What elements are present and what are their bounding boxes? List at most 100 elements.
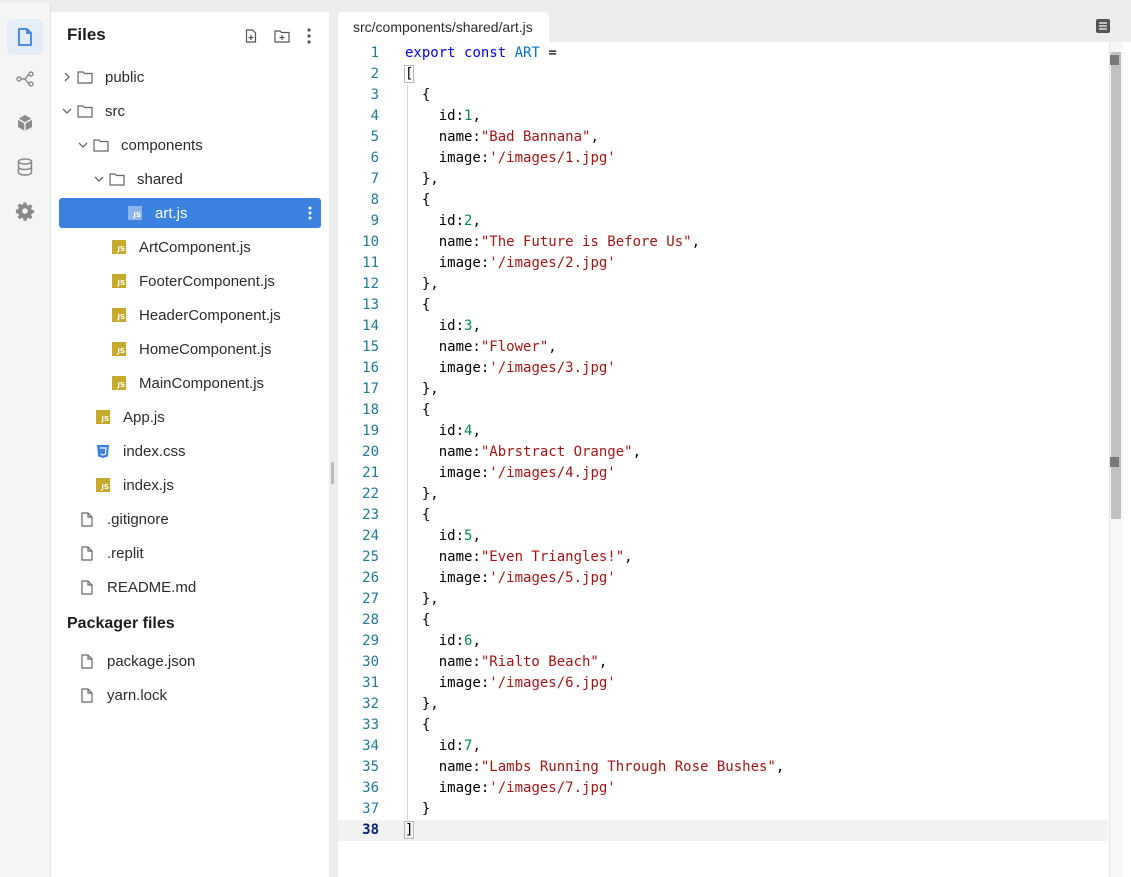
code-line[interactable]: 13 {: [338, 295, 1108, 316]
code-line[interactable]: 20 name:"Abrstract Orange",: [338, 442, 1108, 463]
tree-item-package-json[interactable]: package.json: [59, 646, 321, 676]
line-number: 20: [362, 444, 379, 460]
tree-item-footercomponent-js[interactable]: JS FooterComponent.js: [59, 266, 321, 296]
chevron-down-icon[interactable]: [93, 173, 105, 185]
tree-item-homecomponent-js[interactable]: JS HomeComponent.js: [59, 334, 321, 364]
scrollbar-marker: [1110, 55, 1119, 65]
tree-item-readme-md[interactable]: README.md: [59, 572, 321, 602]
code-line[interactable]: 34 id:7,: [338, 736, 1108, 757]
code-line[interactable]: 2[: [338, 64, 1108, 85]
tree-item-artcomponent-js[interactable]: JS ArtComponent.js: [59, 232, 321, 262]
code-line[interactable]: 18 {: [338, 400, 1108, 421]
code-text: image:'/images/1.jpg': [405, 150, 616, 166]
activity-bar: [0, 3, 51, 877]
tree-item-gitignore[interactable]: .gitignore: [59, 504, 321, 534]
code-text: export const ART =: [405, 45, 557, 61]
code-line[interactable]: 16 image:'/images/3.jpg': [338, 358, 1108, 379]
editor-scrollbar[interactable]: [1109, 42, 1123, 877]
code-line[interactable]: 24 id:5,: [338, 526, 1108, 547]
line-number: 14: [362, 318, 379, 334]
code-line[interactable]: 38]: [338, 820, 1108, 841]
chevron-down-icon[interactable]: [61, 105, 73, 117]
code-line[interactable]: 10 name:"The Future is Before Us",: [338, 232, 1108, 253]
code-line[interactable]: 19 id:4,: [338, 421, 1108, 442]
code-line[interactable]: 32 },: [338, 694, 1108, 715]
line-number: 23: [362, 507, 379, 523]
database-icon[interactable]: [7, 149, 43, 185]
code-line[interactable]: 6 image:'/images/1.jpg': [338, 148, 1108, 169]
code-line[interactable]: 35 name:"Lambs Running Through Rose Bush…: [338, 757, 1108, 778]
code-line[interactable]: 21 image:'/images/4.jpg': [338, 463, 1108, 484]
scrollbar-thumb[interactable]: [1111, 52, 1121, 519]
code-line[interactable]: 7 },: [338, 169, 1108, 190]
code-line[interactable]: 17 },: [338, 379, 1108, 400]
code-line[interactable]: 3 {: [338, 85, 1108, 106]
code-line[interactable]: 8 {: [338, 190, 1108, 211]
javascript-file-icon: JS: [111, 239, 127, 255]
code-line[interactable]: 28 {: [338, 610, 1108, 631]
code-line[interactable]: 1 export const ART =: [338, 43, 1108, 64]
tree-item-maincomponent-js[interactable]: JS MainComponent.js: [59, 368, 321, 398]
code-line[interactable]: 22 },: [338, 484, 1108, 505]
line-number: 30: [362, 654, 379, 670]
packager-files-title: Packager files: [67, 615, 175, 632]
code-line[interactable]: 25 name:"Even Triangles!",: [338, 547, 1108, 568]
tree-item-index-js[interactable]: JS index.js: [59, 470, 321, 500]
code-line[interactable]: 9 id:2,: [338, 211, 1108, 232]
tree-item-art-js[interactable]: JS art.js: [59, 198, 321, 228]
code-text: image:'/images/3.jpg': [405, 360, 616, 376]
item-more-options-icon[interactable]: [303, 203, 317, 223]
tree-item-label: MainComponent.js: [139, 374, 265, 392]
tree-item-shared[interactable]: shared: [59, 164, 321, 194]
code-text: id:5,: [405, 528, 481, 544]
panel-resize-handle[interactable]: [331, 462, 334, 484]
code-text: {: [405, 402, 431, 418]
layout-toggle-icon[interactable]: [1095, 18, 1111, 34]
code-text: [: [403, 65, 415, 83]
code-line[interactable]: 14 id:3,: [338, 316, 1108, 337]
tree-item-label: HeaderComponent.js: [139, 306, 281, 324]
line-number: 3: [370, 87, 379, 103]
files-panel-title: Files: [67, 25, 106, 44]
chevron-down-icon[interactable]: [77, 139, 89, 151]
code-line[interactable]: 27 },: [338, 589, 1108, 610]
tree-item-yarn-lock[interactable]: yarn.lock: [59, 680, 321, 710]
tree-item-replit[interactable]: .replit: [59, 538, 321, 568]
packages-icon[interactable]: [7, 105, 43, 141]
files-icon[interactable]: [7, 19, 43, 55]
code-text: },: [405, 486, 439, 502]
tree-item-components[interactable]: components: [59, 130, 321, 160]
code-line[interactable]: 30 name:"Rialto Beach",: [338, 652, 1108, 673]
code-line[interactable]: 37 }: [338, 799, 1108, 820]
code-line[interactable]: 5 name:"Bad Bannana",: [338, 127, 1108, 148]
code-area[interactable]: 1 export const ART = 2[3 {4 id:1, 5 name:"B…: [338, 42, 1108, 877]
version-control-icon[interactable]: [7, 61, 43, 97]
code-line[interactable]: 15 name:"Flower",: [338, 337, 1108, 358]
code-line[interactable]: 11 image:'/images/2.jpg': [338, 253, 1108, 274]
tree-item-index-css[interactable]: index.css: [59, 436, 321, 466]
code-line[interactable]: 29 id:6,: [338, 631, 1108, 652]
tree-item-app-js[interactable]: JS App.js: [59, 402, 321, 432]
line-number: 4: [370, 108, 379, 124]
settings-gear-icon[interactable]: [7, 193, 43, 229]
files-more-options-icon[interactable]: [299, 26, 319, 46]
code-line[interactable]: 33 {: [338, 715, 1108, 736]
code-text: },: [405, 591, 439, 607]
tab-art-js[interactable]: src/components/shared/art.js: [338, 12, 549, 42]
tree-item-src[interactable]: src: [59, 96, 321, 126]
tree-item-label: index.js: [123, 476, 174, 494]
code-line[interactable]: 4 id:1,: [338, 106, 1108, 127]
code-line[interactable]: 36 image:'/images/7.jpg': [338, 778, 1108, 799]
tree-item-headercomponent-js[interactable]: JS HeaderComponent.js: [59, 300, 321, 330]
new-file-icon[interactable]: [241, 26, 261, 46]
code-text: id:2,: [405, 213, 481, 229]
tree-item-public[interactable]: public: [59, 62, 321, 92]
code-line[interactable]: 12 },: [338, 274, 1108, 295]
code-line[interactable]: 23 {: [338, 505, 1108, 526]
chevron-right-icon[interactable]: [61, 71, 73, 83]
javascript-file-icon: JS: [111, 307, 127, 323]
new-folder-icon[interactable]: [272, 26, 292, 46]
code-line[interactable]: 26 image:'/images/5.jpg': [338, 568, 1108, 589]
code-line[interactable]: 31 image:'/images/6.jpg': [338, 673, 1108, 694]
line-number: 12: [362, 276, 379, 292]
